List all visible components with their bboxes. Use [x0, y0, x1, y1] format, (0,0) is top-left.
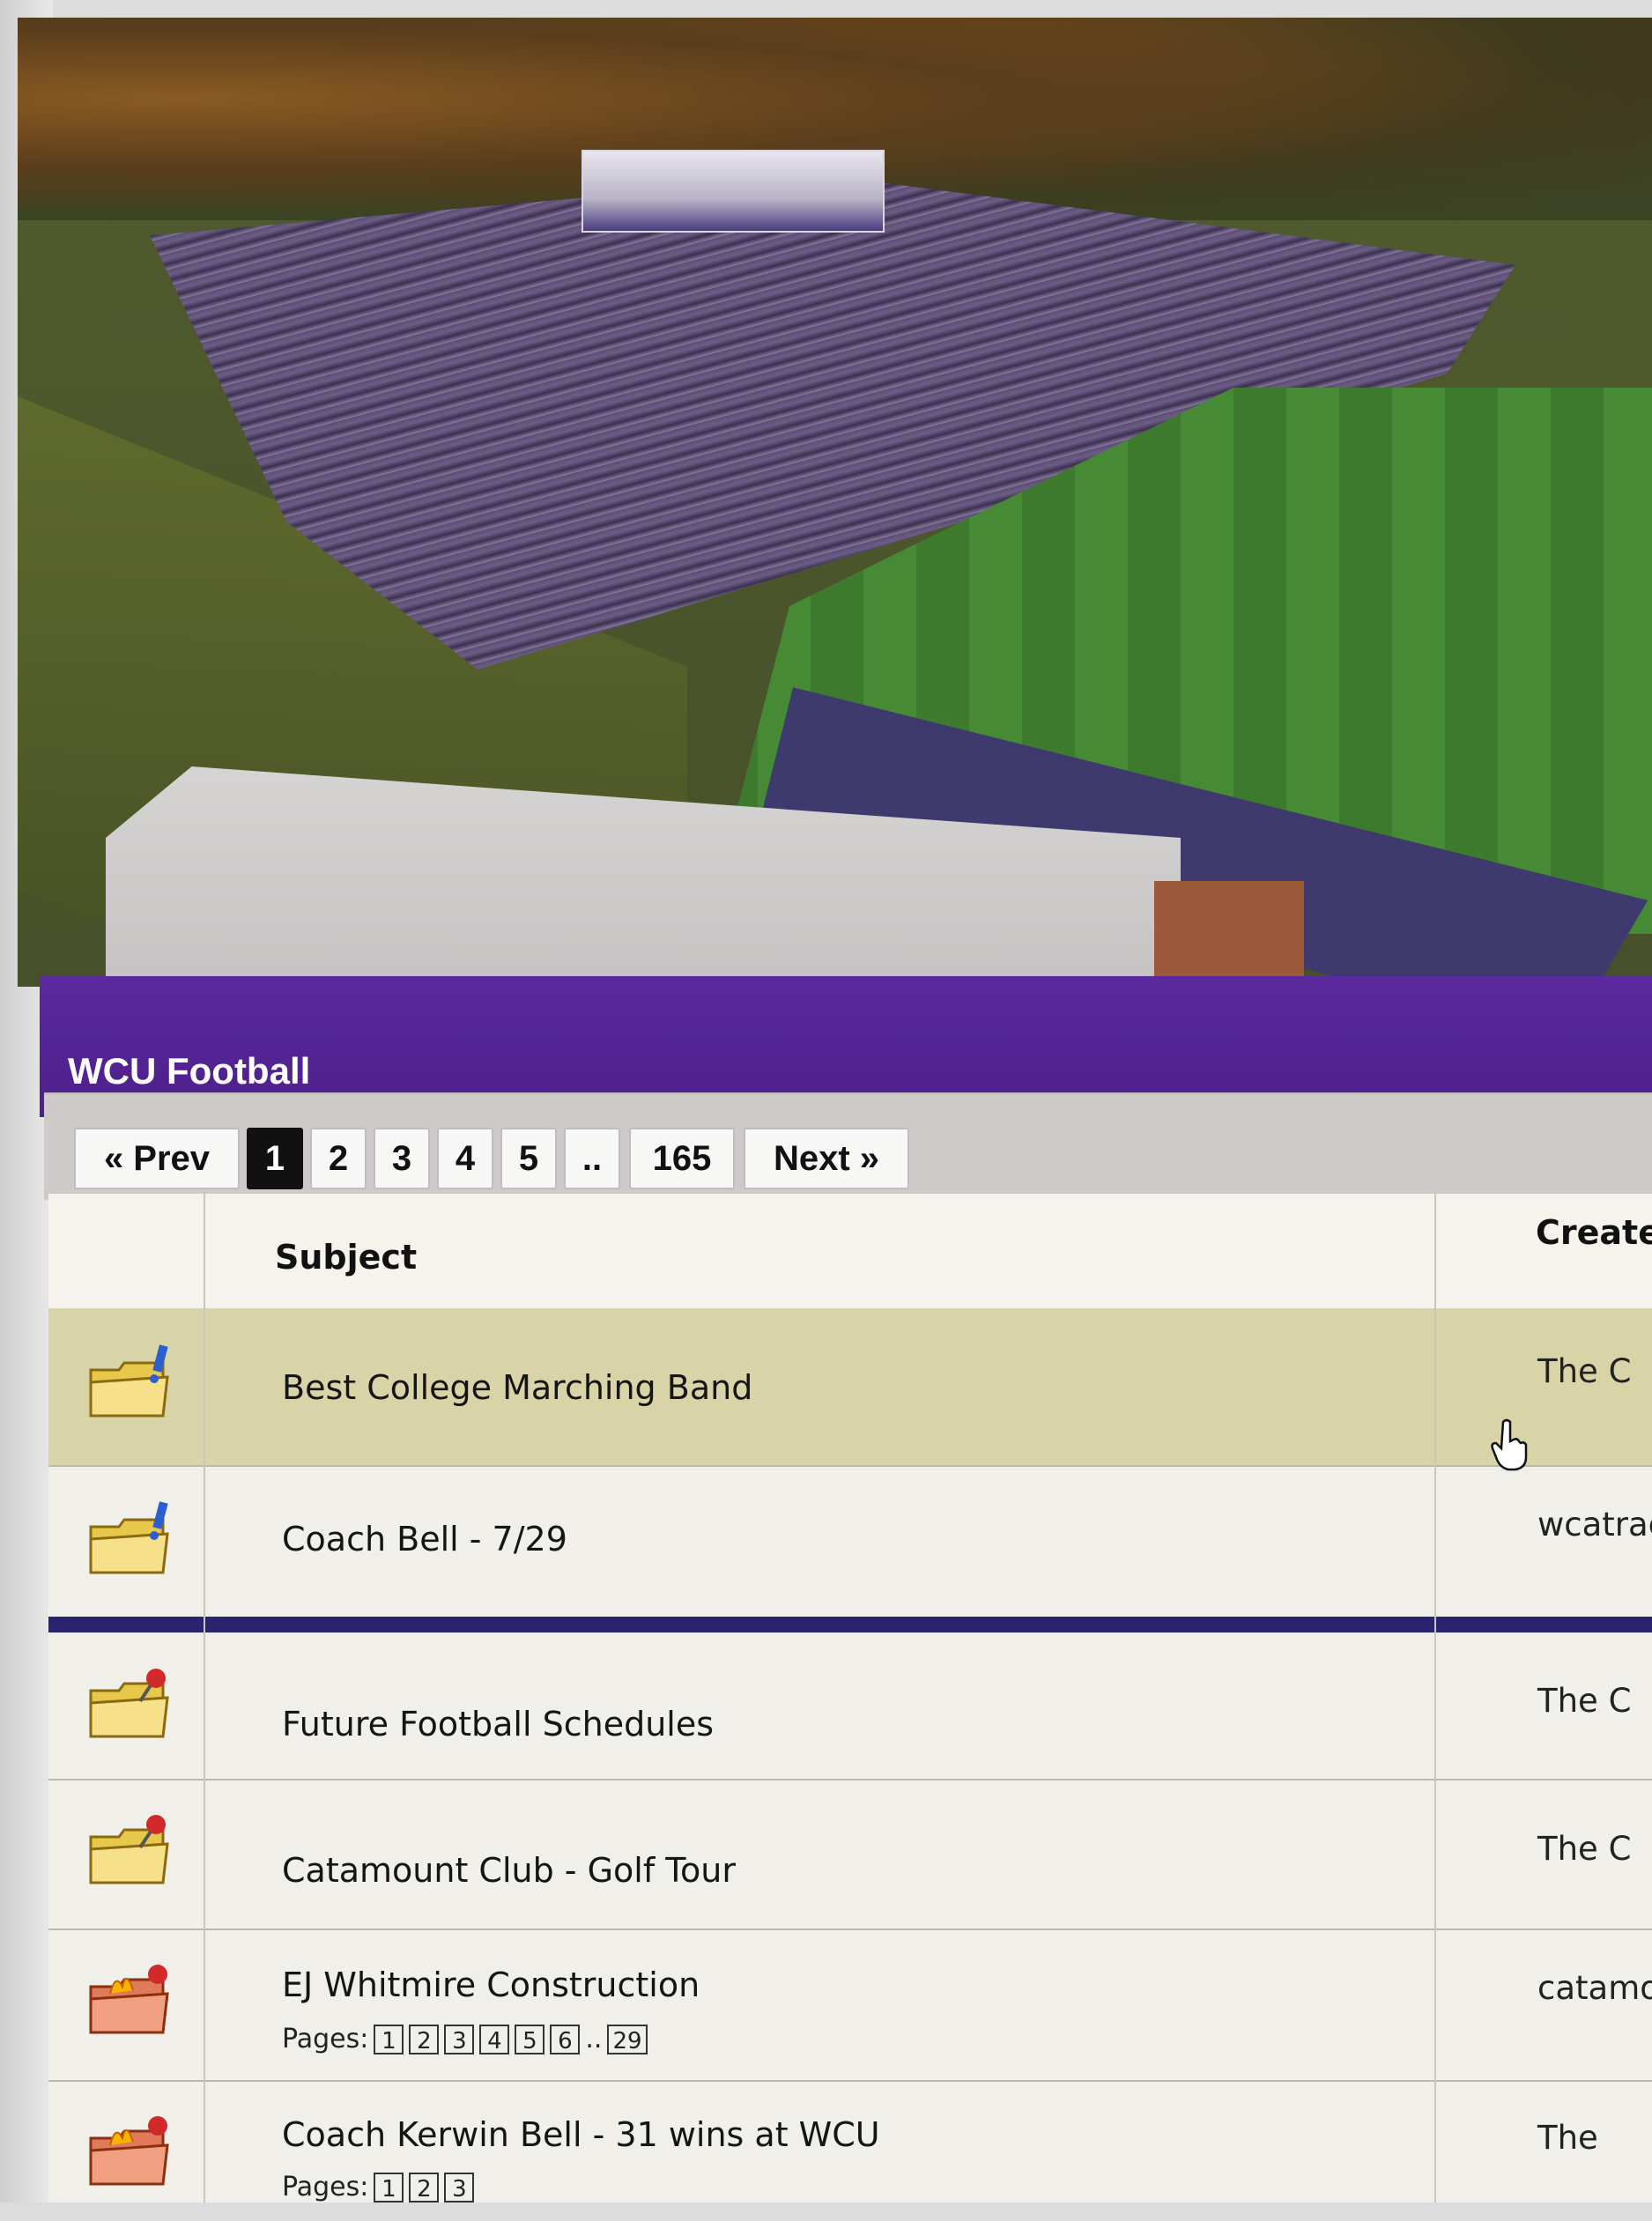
topic-page-link[interactable]: 2	[409, 2172, 440, 2202]
table-row[interactable]: Coach Kerwin Bell - 31 wins at WCU Pages…	[48, 2080, 1652, 2221]
topic-title[interactable]: Coach Bell - 7/29	[282, 1520, 567, 1558]
last-page-button[interactable]: 165	[629, 1128, 735, 1189]
table-row[interactable]: Future Football Schedules The C	[48, 1632, 1652, 1781]
page-button-2[interactable]: 2	[310, 1128, 367, 1189]
topic-page-link[interactable]: 1	[374, 2172, 404, 2202]
created-column-header[interactable]: Create	[1536, 1213, 1652, 1252]
topic-page-link[interactable]: 5	[515, 2024, 545, 2054]
column-divider	[1434, 1194, 1436, 2202]
folder-hot-pinned-icon	[89, 2116, 169, 2186]
topic-page-link[interactable]: 3	[444, 2024, 475, 2054]
folder-pinned-icon	[89, 1815, 169, 1884]
pages-ellipsis: ..	[585, 2024, 603, 2054]
topic-page-link[interactable]: 1	[374, 2024, 404, 2054]
topic-creator[interactable]: The	[1537, 2119, 1598, 2157]
topic-page-link[interactable]: 2	[409, 2024, 440, 2054]
forum-title: WCU Football	[68, 1050, 311, 1092]
topic-title[interactable]: Coach Kerwin Bell - 31 wins at WCU	[282, 2115, 880, 2154]
pages-label: Pages:	[282, 2172, 369, 2202]
topic-table: Subject Create Best College Marching Ban…	[48, 1194, 1652, 2202]
page-button-3[interactable]: 3	[374, 1128, 430, 1189]
folder-hot-pinned-icon	[89, 1965, 169, 2034]
topic-creator[interactable]: wcatrac	[1537, 1506, 1652, 1544]
topic-creator[interactable]: The C	[1537, 1352, 1631, 1390]
table-row[interactable]: Best College Marching Band The C	[48, 1308, 1652, 1467]
folder-pinned-icon	[89, 1669, 169, 1738]
column-divider	[204, 1194, 205, 2202]
brick-wall	[1154, 881, 1304, 987]
page-button-1[interactable]: 1	[247, 1128, 303, 1189]
subject-column-header[interactable]: Subject	[275, 1238, 417, 1277]
pagination-bar: « Prev 1 2 3 4 5 .. 165 Next »	[44, 1092, 1652, 1200]
topic-page-link[interactable]: 4	[479, 2024, 510, 2054]
pages-label: Pages:	[282, 2024, 369, 2054]
press-box	[582, 150, 885, 233]
topic-title[interactable]: Future Football Schedules	[282, 1705, 714, 1743]
topic-pages: Pages: 1 2 3	[282, 2172, 475, 2202]
folder-announcement-icon	[89, 1344, 169, 1418]
prev-page-button[interactable]: « Prev	[74, 1128, 240, 1189]
topic-page-link[interactable]: 3	[444, 2172, 475, 2202]
topic-pages: Pages: 1 2 3 4 5 6 .. 29	[282, 2024, 648, 2054]
table-row[interactable]: Coach Bell - 7/29 wcatrac	[48, 1465, 1652, 1618]
folder-announcement-icon	[89, 1501, 169, 1574]
page-button-4[interactable]: 4	[437, 1128, 493, 1189]
topic-creator[interactable]: The C	[1537, 1830, 1631, 1868]
table-header: Subject Create	[48, 1194, 1652, 1310]
topic-title[interactable]: EJ Whitmire Construction	[282, 1966, 700, 2004]
stadium-banner-image	[18, 18, 1652, 987]
topic-title[interactable]: Best College Marching Band	[282, 1368, 752, 1407]
page-ellipsis: ..	[564, 1128, 620, 1189]
topic-page-link[interactable]: 6	[550, 2024, 581, 2054]
next-page-button[interactable]: Next »	[744, 1128, 909, 1189]
topic-creator[interactable]: The C	[1537, 1682, 1631, 1720]
topic-page-link[interactable]: 29	[607, 2024, 648, 2054]
sticky-divider	[48, 1617, 1652, 1632]
hand-cursor-icon	[1491, 1418, 1528, 1471]
table-row[interactable]: Catamount Club - Golf Tour The C	[48, 1779, 1652, 1930]
topic-title[interactable]: Catamount Club - Golf Tour	[282, 1851, 736, 1890]
page-button-5[interactable]: 5	[500, 1128, 557, 1189]
table-row[interactable]: EJ Whitmire Construction Pages: 1 2 3 4 …	[48, 1929, 1652, 2082]
topic-creator[interactable]: catamour	[1537, 1969, 1652, 2007]
